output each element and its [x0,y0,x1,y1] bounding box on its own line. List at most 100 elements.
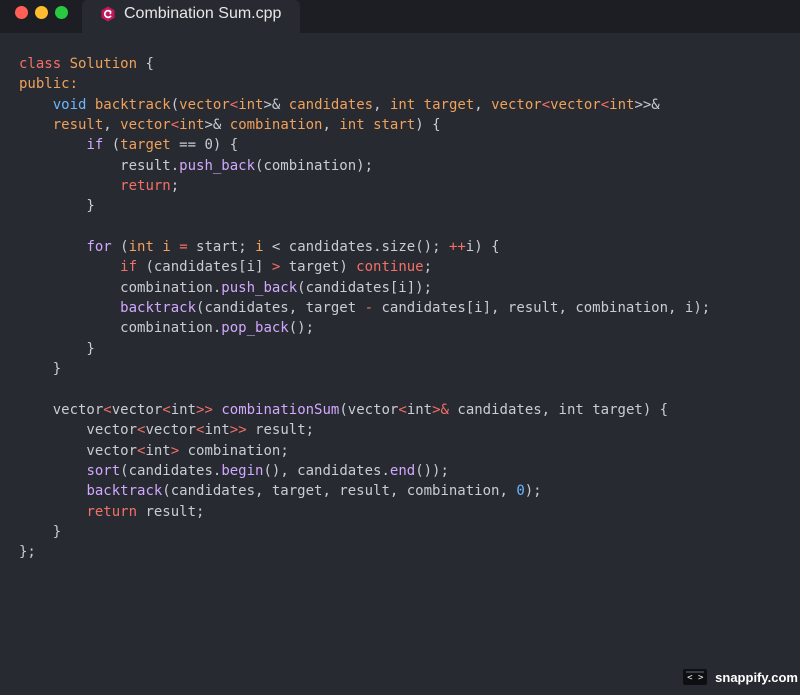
code-token: ; [423,259,433,276]
code-token: int [128,239,154,256]
code-token: void [52,96,87,113]
code-line: backtrack(candidates, target - candidate… [19,298,789,318]
title-bar: Combination Sum.cpp [0,0,800,33]
code-window: Combination Sum.cpp class Solution {publ… [0,0,800,695]
code-token: vector [550,96,601,113]
code-token: result. [19,157,180,174]
code-token: 0 [204,137,213,154]
code-token: vector [111,401,163,418]
maximize-window-button[interactable] [55,6,68,19]
code-line: backtrack(candidates, target, result, co… [19,481,789,501]
code-token: end [389,462,416,479]
code-token: begin [221,462,264,479]
code-token: < [600,96,610,113]
code-token: ( [103,137,121,154]
file-tab[interactable]: Combination Sum.cpp [82,0,300,33]
code-token: } [19,361,62,378]
code-token: >& [263,96,289,113]
code-token: int [238,96,264,113]
code-token: vector [145,422,197,439]
code-line: sort(candidates.begin(), candidates.end(… [19,461,789,481]
code-token: result; [246,422,315,439]
code-token: ) { [415,117,441,134]
watermark: < > snappify.com [683,667,800,687]
snappify-logo-icon: < > [683,669,708,685]
code-token: target [120,137,171,154]
code-token: int [389,96,416,113]
code-token: >> [196,401,213,418]
code-token: >& [432,401,449,418]
code-token: (candidates[i] [137,259,272,276]
code-token: backtrack [86,483,163,500]
code-token: int [339,117,365,134]
code-token: vector [120,117,171,134]
code-token: target [415,96,475,113]
code-line: vector<int> combination; [19,441,789,461]
code-token: >& [204,117,230,134]
code-line: void backtrack(vector<int>& candidates, … [19,95,789,115]
code-token: combination. [19,320,222,337]
code-editor[interactable]: class Solution {public: void backtrack(v… [19,54,789,563]
code-token: backtrack [120,300,197,317]
code-token: vector [19,442,138,459]
code-line: } [19,522,789,542]
code-line: if (candidates[i] > target) continue; [19,257,789,277]
code-token: start [364,117,416,134]
code-line: class Solution { [19,54,789,74]
code-line: vector<vector<int>> combinationSum(vecto… [19,400,789,420]
code-token: candidates [288,96,374,113]
code-line: if (target == 0) { [19,135,789,155]
code-token: target) [280,259,357,276]
code-token: candidates, int target) { [448,401,669,418]
code-token: 0 [516,483,525,500]
code-token: < [398,401,407,418]
code-token: if [120,259,138,276]
code-token: ) { [212,137,239,154]
code-token: candidates[i], result, combination, i); [373,300,711,317]
code-token: (combination); [255,157,374,174]
code-line: combination.push_back(candidates[i]); [19,278,789,298]
code-token: vector [179,96,230,113]
code-token: vector [19,422,138,439]
code-token: combinationSum [221,401,340,418]
code-token: return [120,178,171,195]
code-line: } [19,359,789,379]
code-token: int [179,117,205,134]
code-token: start; [187,239,256,256]
code-token: for [86,239,112,256]
code-token: ++ [448,239,466,256]
code-token: (candidates, target, result, combination… [162,483,517,500]
code-token: (vector [339,401,399,418]
code-line: result.push_back(combination); [19,156,789,176]
close-window-button[interactable] [15,6,28,19]
code-token: i) { [465,239,500,256]
code-token: } [19,198,95,215]
watermark-text: snappify.com [715,669,798,685]
code-token: (); [288,320,315,337]
file-tab-title: Combination Sum.cpp [124,5,282,22]
code-token: return [86,503,138,520]
code-token: int [145,442,171,459]
code-token: int [204,422,230,439]
code-line: result, vector<int>& combination, int st… [19,115,789,135]
code-token: , [474,96,492,113]
code-token: combination. [19,279,222,296]
code-token: vector [19,401,104,418]
code-token: continue [356,259,424,276]
code-token: < [229,96,239,113]
code-token: int [170,401,197,418]
minimize-window-button[interactable] [35,6,48,19]
code-token: i [153,239,180,256]
code-token: = [179,239,188,256]
